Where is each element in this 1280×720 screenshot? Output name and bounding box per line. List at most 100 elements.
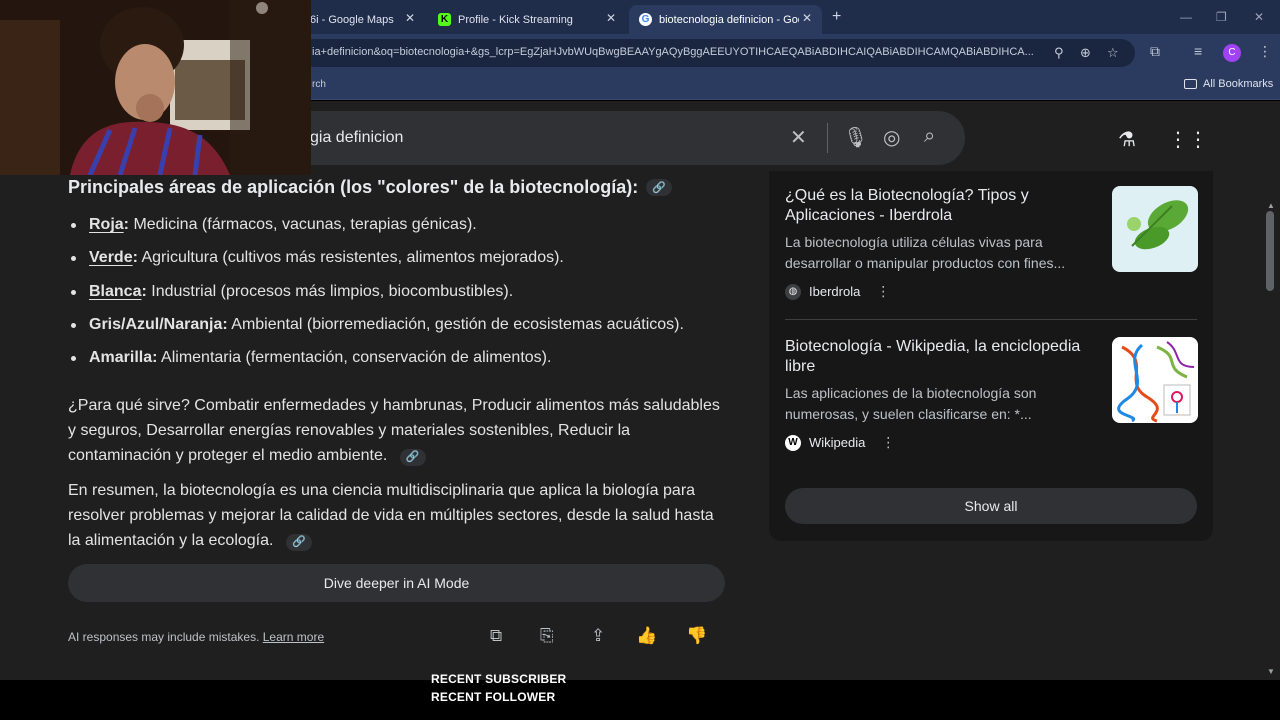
media-controls-icon[interactable]: ≡ <box>1194 43 1202 59</box>
zoom-icon[interactable]: ⊕ <box>1080 45 1091 61</box>
source-snippet: Las aplicaciones de la biotecnología son… <box>785 385 1037 422</box>
area-text: Agricultura (cultivos más resistentes, a… <box>137 249 564 267</box>
list-item: Verde: Agricultura (cultivos más resiste… <box>68 247 728 269</box>
source-divider <box>785 319 1197 320</box>
area-key-blanca[interactable]: Blanca <box>89 283 141 300</box>
list-item: Blanca: Industrial (procesos más limpios… <box>68 281 728 303</box>
purpose-text: ¿Para qué sirve? Combatir enfermedades y… <box>68 397 720 465</box>
maximize-icon[interactable]: ❐ <box>1216 10 1227 24</box>
profile-avatar-small[interactable]: C <box>1223 44 1241 62</box>
google-logo-icon: G <box>639 13 652 26</box>
stream-overlay-bar: RECENT SUBSCRIBER RECENT FOLLOWER <box>0 672 1280 720</box>
copy-icon[interactable]: ⧉ <box>490 626 502 646</box>
area-key-roja[interactable]: Roja <box>89 216 124 233</box>
recent-subscriber-label: RECENT SUBSCRIBER <box>431 672 567 686</box>
link-icon[interactable]: 🔗 <box>646 179 673 196</box>
page-scrollbar-thumb[interactable] <box>1266 211 1274 291</box>
minimize-icon[interactable]: — <box>1180 10 1192 24</box>
dna-image <box>1112 337 1198 423</box>
area-text: Alimentaria (fermentación, conservación … <box>157 349 552 367</box>
scroll-down-arrow-icon[interactable]: ▼ <box>1267 667 1275 676</box>
source-site: W Wikipedia ⋮ <box>785 434 1197 451</box>
disclaimer-text: AI responses may include mistakes. <box>68 630 263 644</box>
source-title[interactable]: ¿Qué es la Biotecnología? Tipos y Aplica… <box>785 186 1100 226</box>
recent-follower-label: RECENT FOLLOWER <box>431 690 556 704</box>
more-options-icon[interactable]: ⋮ <box>876 283 890 300</box>
heading-text: Principales áreas de aplicación (los "co… <box>68 177 639 197</box>
close-icon[interactable]: ✕ <box>405 11 415 25</box>
microphone-icon[interactable]: 🎙 <box>843 125 868 150</box>
address-bar[interactable]: ia+definicion&oq=biotecnologia+&gs_lcrp=… <box>300 39 1135 67</box>
bookmark-star-icon[interactable]: ☆ <box>1107 45 1119 61</box>
all-bookmarks-button[interactable]: All Bookmarks <box>1184 78 1273 90</box>
export-doc-icon[interactable]: ⎘ <box>540 626 554 646</box>
list-item: Roja: Medicina (fármacos, vacunas, terap… <box>68 214 728 236</box>
webcam-overlay <box>0 0 311 175</box>
search-icon[interactable]: ⌕ <box>924 125 935 148</box>
window-close-icon[interactable]: ✕ <box>1254 10 1264 24</box>
tab-title: Profile - Kick Streaming <box>458 13 573 26</box>
search-results-page: gia definicion ✕ 🎙 ◎ ⌕ ⚗ ⋮⋮ ¿Qué es la B… <box>0 101 1280 680</box>
kick-logo-icon: K <box>438 13 451 26</box>
list-item: Gris/Azul/Naranja: Ambiental (biorremedi… <box>68 314 728 336</box>
thumbs-down-icon[interactable]: 👎 <box>686 626 707 646</box>
source-thumbnail-leaves[interactable] <box>1112 186 1198 272</box>
summary-paragraph: En resumen, la biotecnología es una cien… <box>68 478 728 553</box>
purpose-paragraph: ¿Para qué sirve? Combatir enfermedades y… <box>68 393 728 468</box>
area-text: Ambiental (biorremediación, gestión de e… <box>227 315 684 333</box>
bookmark-item[interactable]: rch <box>312 79 326 90</box>
labs-flask-icon[interactable]: ⚗ <box>1118 127 1136 152</box>
show-all-button[interactable]: Show all <box>785 488 1197 524</box>
close-icon[interactable]: ✕ <box>606 11 616 25</box>
link-icon[interactable]: 🔗 <box>399 449 426 467</box>
all-bookmarks-label: All Bookmarks <box>1203 78 1274 90</box>
ai-disclaimer: AI responses may include mistakes. Learn… <box>68 630 324 644</box>
learn-more-link[interactable]: Learn more <box>263 630 324 644</box>
globe-icon: ◍ <box>785 283 801 300</box>
search-query[interactable]: gia definicion <box>310 129 403 147</box>
source-card-wikipedia[interactable]: Biotecnología - Wikipedia, la encicloped… <box>785 337 1198 451</box>
apps-grid-icon[interactable]: ⋮⋮ <box>1168 127 1208 152</box>
lens-icon[interactable]: ◎ <box>883 125 900 150</box>
wikipedia-icon: W <box>785 434 801 451</box>
ai-overview: Principales áreas de aplicación (los "co… <box>68 177 728 553</box>
extensions-icon[interactable]: ⧉ <box>1150 43 1160 60</box>
link-icon[interactable]: 🔗 <box>285 534 312 552</box>
source-site: ◍ Iberdrola ⋮ <box>785 283 1197 300</box>
source-card-iberdrola[interactable]: ¿Qué es la Biotecnología? Tipos y Aplica… <box>785 186 1198 300</box>
tab-title: biotecnologia definicion - Goo <box>659 13 799 26</box>
section-heading: Principales áreas de aplicación (los "co… <box>68 177 728 198</box>
thumbs-up-icon[interactable]: 👍 <box>636 626 657 646</box>
clear-icon[interactable]: ✕ <box>790 125 807 150</box>
area-text: Industrial (procesos más limpios, biocom… <box>146 282 514 300</box>
source-thumbnail-dna[interactable] <box>1112 337 1198 423</box>
search-divider <box>827 123 828 153</box>
list-item: Amarilla: Alimentaria (fermentación, con… <box>68 347 728 369</box>
areas-list: Roja: Medicina (fármacos, vacunas, terap… <box>68 214 728 369</box>
source-site-name: Iberdrola <box>809 284 861 299</box>
tab-google-maps[interactable]: 6i - Google Maps ✕ <box>300 5 425 34</box>
area-key-gris: Gris/Azul/Naranja <box>89 315 223 333</box>
location-pin-icon[interactable]: ⚲ <box>1054 45 1064 61</box>
folder-icon <box>1184 79 1197 89</box>
tab-title: 6i - Google Maps <box>310 13 394 26</box>
source-site-name: Wikipedia <box>809 435 866 450</box>
area-text: Medicina (fármacos, vacunas, terapias gé… <box>129 216 477 233</box>
summary-text: En resumen, la biotecnología es una cien… <box>68 482 714 550</box>
tab-kick-profile[interactable]: K Profile - Kick Streaming ✕ <box>428 5 626 34</box>
new-tab-plus-icon[interactable]: + <box>832 8 841 26</box>
url-text[interactable]: ia+definicion&oq=biotecnologia+&gs_lcrp=… <box>312 46 1052 58</box>
source-title[interactable]: Biotecnología - Wikipedia, la encicloped… <box>785 337 1100 377</box>
tab-biotecnologia[interactable]: G biotecnologia definicion - Goo ✕ <box>629 5 822 34</box>
search-box[interactable]: gia definicion ✕ 🎙 ◎ ⌕ <box>200 111 965 165</box>
area-key-verde[interactable]: Verde <box>89 249 133 266</box>
dive-deeper-ai-mode-button[interactable]: Dive deeper in AI Mode <box>68 564 725 602</box>
more-options-icon[interactable]: ⋮ <box>881 434 895 451</box>
area-key-amarilla: Amarilla <box>89 349 153 367</box>
source-snippet: La biotecnología utiliza células vivas p… <box>785 234 1066 271</box>
leaf-image <box>1112 186 1198 272</box>
share-icon[interactable]: ⇪ <box>591 626 605 646</box>
menu-kebab-icon[interactable]: ⋮ <box>1258 43 1272 60</box>
close-icon[interactable]: ✕ <box>802 11 812 25</box>
scroll-up-arrow-icon[interactable]: ▲ <box>1267 201 1275 210</box>
